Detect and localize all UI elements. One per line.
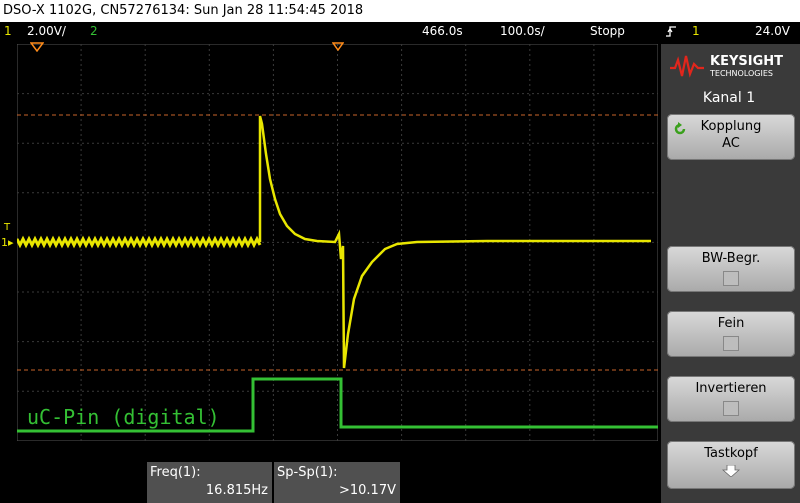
trigger-level: 24.0V [755, 24, 790, 38]
invert-label: Invertieren [695, 381, 767, 396]
freq-label: Freq(1): [150, 465, 201, 480]
trigger-level-marker-icon: T [4, 222, 11, 233]
trigger-status[interactable]: 1 24.0V [660, 22, 800, 40]
ch1-ground-marker-icon: 1▸ [1, 236, 14, 249]
trigger-source: 1 [692, 24, 700, 38]
ch2-number[interactable]: 2 [90, 22, 98, 40]
keysight-logo: KEYSIGHT TECHNOLOGIES [670, 54, 783, 78]
invert-checkbox[interactable] [723, 401, 739, 416]
bw-checkbox[interactable] [723, 271, 739, 286]
fein-label: Fein [717, 316, 745, 331]
window-title-bar: DSO-X 1102G, CN57276134: Sun Jan 28 11:5… [0, 0, 800, 22]
status-bar: 1 2.00V/ 2 466.0s 100.0s/ Stopp [0, 22, 660, 40]
measurement-freq[interactable]: Freq(1): 16.815Hz [147, 462, 272, 503]
fein-checkbox[interactable] [723, 336, 739, 351]
ch1-trigger-marker-icon [30, 42, 44, 52]
kopplung-value: AC [722, 136, 740, 151]
softkey-fein[interactable]: Fein [667, 311, 795, 357]
time-scale[interactable]: 100.0s/ [500, 22, 545, 40]
ch1-number[interactable]: 1 [4, 22, 12, 40]
rotate-knob-icon [674, 122, 686, 135]
window-title: DSO-X 1102G, CN57276134: Sun Jan 28 11:5… [3, 3, 364, 18]
time-position[interactable]: 466.0s [422, 22, 463, 40]
bw-label: BW-Begr. [701, 251, 761, 266]
freq-value: 16.815Hz [205, 483, 268, 498]
submenu-arrow-down-icon [722, 465, 740, 477]
ch1-scale[interactable]: 2.00V/ [27, 22, 66, 40]
measurement-pkpk[interactable]: Sp-Sp(1): >10.17V [274, 462, 400, 503]
brand-name: KEYSIGHT [710, 54, 783, 69]
brand-sub: TECHNOLOGIES [709, 69, 773, 78]
pkpk-label: Sp-Sp(1): [277, 465, 338, 480]
softkey-bw-limit[interactable]: BW-Begr. [667, 246, 795, 292]
softkey-kopplung[interactable]: Kopplung AC [667, 114, 795, 160]
pkpk-value: >10.17V [338, 483, 396, 498]
softkey-tastkopf[interactable]: Tastkopf [667, 441, 795, 489]
trigger-edge-icon [666, 26, 676, 37]
run-state[interactable]: Stopp [590, 22, 625, 40]
scope-screen[interactable]: uC-Pin (digital) [17, 44, 658, 441]
tastkopf-label: Tastkopf [704, 446, 758, 461]
time-reference-marker-icon [332, 42, 344, 51]
softkey-invertieren[interactable]: Invertieren [667, 376, 795, 422]
ch2-label: uC-Pin (digital) [27, 405, 220, 429]
menu-title: Kanal 1 [702, 90, 756, 106]
